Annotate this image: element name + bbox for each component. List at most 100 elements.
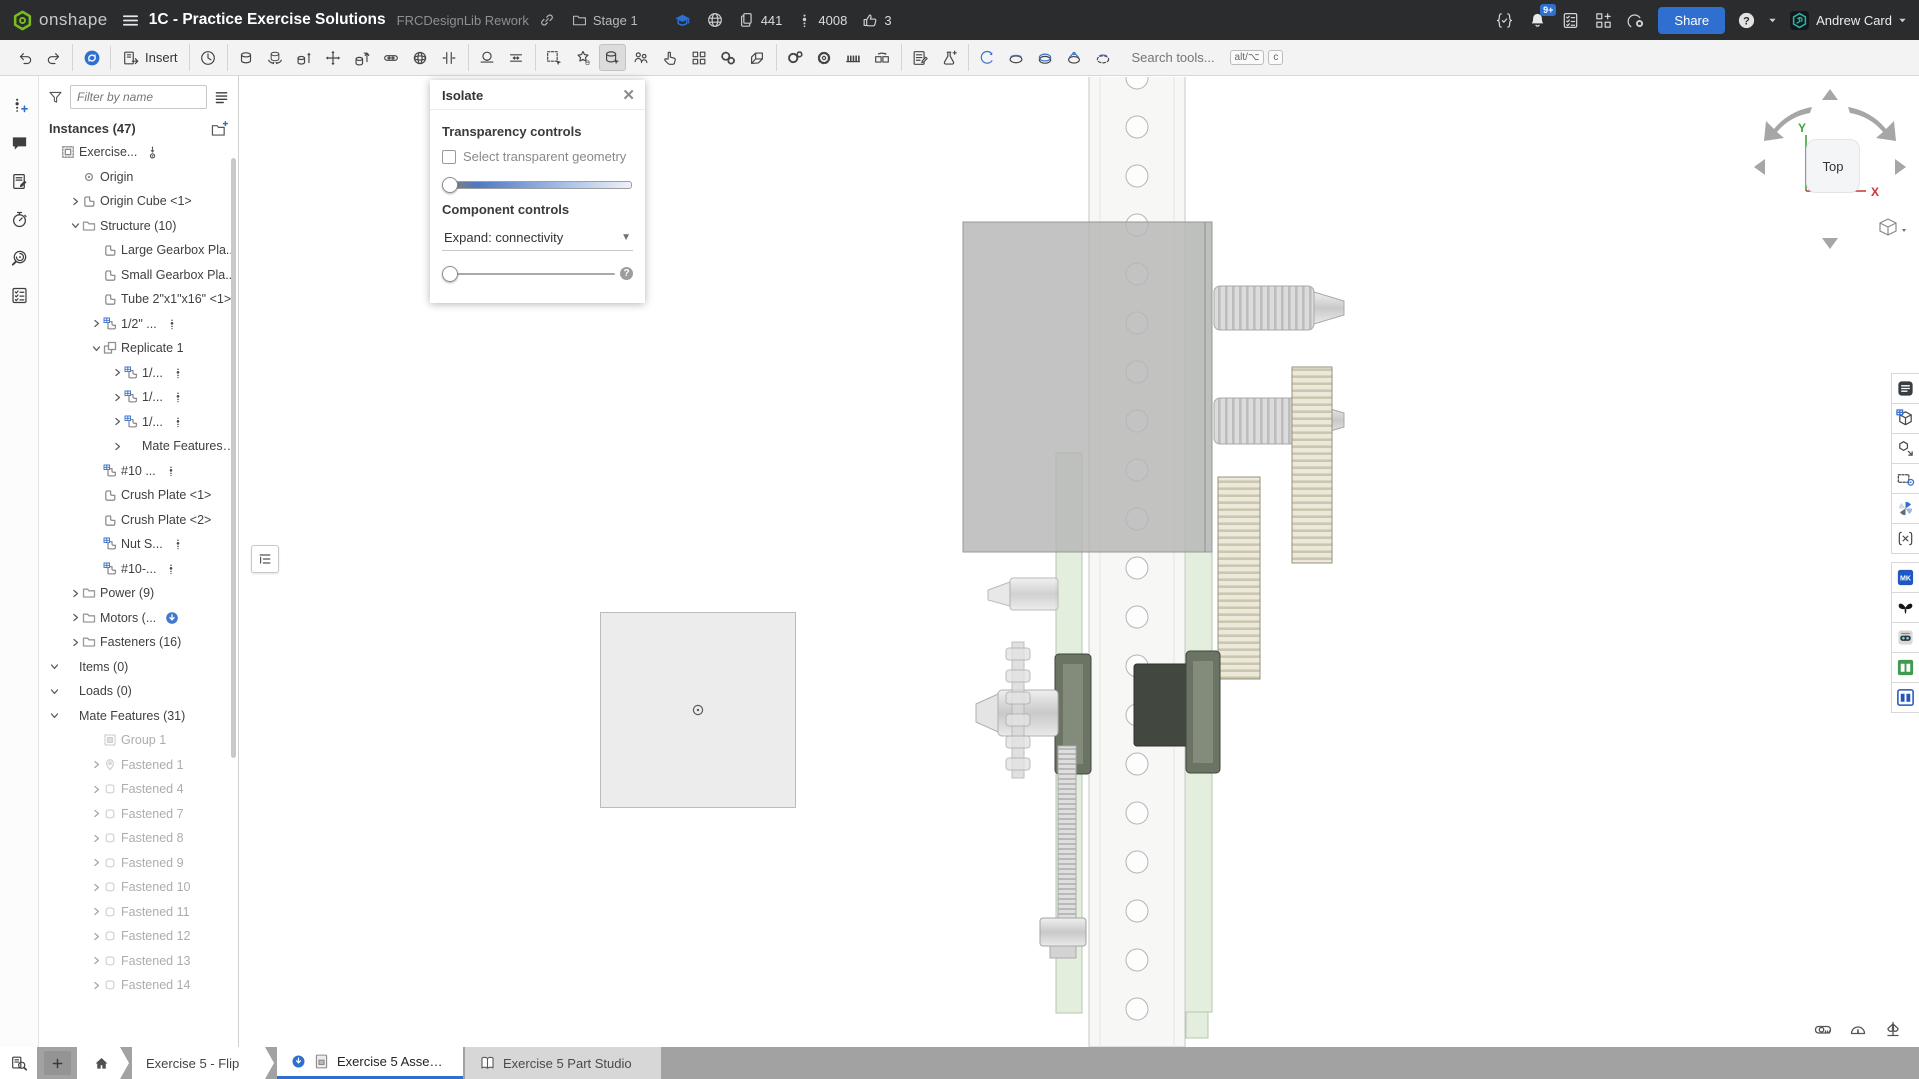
- motor[interactable]: [963, 222, 1212, 552]
- chevron-right-icon[interactable]: [89, 807, 103, 821]
- isolate-button[interactable]: [599, 44, 626, 71]
- search-tools-input[interactable]: [1130, 49, 1226, 66]
- tree-item-1[interactable]: 1/...: [39, 410, 238, 435]
- output-shaft-tip[interactable]: [976, 694, 998, 732]
- named-views-button[interactable]: [628, 44, 655, 71]
- stat-thumbs-up[interactable]: 3: [861, 11, 891, 29]
- tree-item-fastened-11[interactable]: Fastened 11: [39, 900, 238, 925]
- apps-pinwheel-icon[interactable]: [1891, 493, 1919, 524]
- replicate-button[interactable]: [869, 44, 896, 71]
- apps-icon[interactable]: [1594, 11, 1613, 30]
- tree-item-loads-0[interactable]: Loads (0): [39, 679, 238, 704]
- breadcrumb[interactable]: Stage 1: [571, 12, 638, 29]
- chevron-right-icon[interactable]: [89, 880, 103, 894]
- support-icon[interactable]: [1627, 11, 1646, 30]
- config-cube-icon[interactable]: [1891, 403, 1919, 434]
- tab-exercise-5-part-studio[interactable]: Exercise 5 Part Studio: [465, 1047, 661, 1079]
- tree-item-small-gearbox-pla[interactable]: Small Gearbox Pla...: [39, 263, 238, 288]
- sync-button[interactable]: [78, 44, 105, 71]
- rotate-left-step-arrow[interactable]: [1754, 159, 1765, 175]
- link-icon[interactable]: [538, 11, 556, 29]
- stat-mate-connector[interactable]: 4008: [796, 12, 847, 29]
- sprocket-tooth[interactable]: [1006, 670, 1030, 682]
- gear-relation-button[interactable]: [782, 44, 809, 71]
- chevron-down-icon[interactable]: [47, 660, 61, 674]
- help-circle-icon[interactable]: ?: [620, 267, 633, 280]
- tape-measure-icon[interactable]: [1813, 1019, 1833, 1039]
- butterfly-app-icon[interactable]: [1891, 592, 1919, 623]
- tree-item-fastened-4[interactable]: Fastened 4: [39, 777, 238, 802]
- plate-tab[interactable]: [1186, 1012, 1208, 1038]
- tree-item-group-1[interactable]: Group 1: [39, 728, 238, 753]
- tube-hole[interactable]: [1126, 165, 1148, 187]
- undo-button[interactable]: [11, 44, 38, 71]
- select-transparent-checkbox[interactable]: Select transparent geometry: [442, 149, 633, 164]
- redo-button[interactable]: [40, 44, 67, 71]
- spotlight-icon[interactable]: [2, 238, 36, 276]
- tree-item-fastened-13[interactable]: Fastened 13: [39, 949, 238, 974]
- tree-item-replicate-1[interactable]: Replicate 1: [39, 336, 238, 361]
- mate-connector-add-icon[interactable]: [2, 86, 36, 124]
- tube-hole[interactable]: [1126, 753, 1148, 775]
- sketch-panel-icon[interactable]: [1891, 463, 1919, 494]
- chevron-right-icon[interactable]: [89, 856, 103, 870]
- sprocket-tooth[interactable]: [1006, 648, 1030, 660]
- chevron-right-icon[interactable]: [110, 439, 124, 453]
- checkbox-box[interactable]: [442, 150, 456, 164]
- tree-item-origin-cube-1[interactable]: Origin Cube <1>: [39, 189, 238, 214]
- help-caret-icon[interactable]: [1768, 16, 1777, 25]
- standoff-bolt[interactable]: [1010, 578, 1058, 610]
- chevron-right-icon[interactable]: [68, 194, 82, 208]
- tree-item-exercise[interactable]: Exercise...: [39, 140, 238, 165]
- cylindrical-mate-button[interactable]: [349, 44, 376, 71]
- tree-item-fastened-14[interactable]: Fastened 14: [39, 973, 238, 998]
- tilt-up-arrow[interactable]: [1822, 89, 1838, 100]
- cube-menu-icon[interactable]: [1880, 219, 1906, 235]
- view-cube-top-face[interactable]: Top: [1806, 139, 1860, 193]
- box-select-button[interactable]: [541, 44, 568, 71]
- tree-item-structure-10[interactable]: Structure (10): [39, 214, 238, 239]
- chevron-down-icon[interactable]: [89, 341, 103, 355]
- cam-button[interactable]: [1061, 44, 1088, 71]
- filter-funnel-icon[interactable]: [47, 89, 64, 106]
- chevron-down-icon[interactable]: [47, 684, 61, 698]
- tube-hole[interactable]: [1126, 949, 1148, 971]
- expand-slider-track[interactable]: [443, 273, 615, 275]
- tree-item-motors[interactable]: Motors (...: [39, 606, 238, 631]
- onshape-logo[interactable]: onshape: [12, 10, 108, 31]
- planar-mate-button[interactable]: [320, 44, 347, 71]
- tube-hole[interactable]: [1126, 900, 1148, 922]
- tree-item-mate-features-3[interactable]: Mate Features (3): [39, 434, 238, 459]
- tube-hole[interactable]: [1126, 557, 1148, 579]
- robot-app-icon[interactable]: [1891, 622, 1919, 653]
- tree-item-fastened-8[interactable]: Fastened 8: [39, 826, 238, 851]
- tree-item-power-9[interactable]: Power (9): [39, 581, 238, 606]
- chevron-right-icon[interactable]: [89, 317, 103, 331]
- new-tab-button[interactable]: [44, 1051, 71, 1075]
- tree-item-10[interactable]: #10-...: [39, 557, 238, 582]
- chevron-right-icon[interactable]: [89, 782, 103, 796]
- tree-item-10[interactable]: #10 ...: [39, 459, 238, 484]
- chevron-down-icon[interactable]: [47, 709, 61, 723]
- chevron-right-icon[interactable]: [89, 978, 103, 992]
- tree-flyout-button[interactable]: [251, 545, 279, 573]
- fastened-mate-button[interactable]: [233, 44, 260, 71]
- cut-list-icon[interactable]: [2, 276, 36, 314]
- drag-parts-button[interactable]: [657, 44, 684, 71]
- tube-hole[interactable]: [1126, 606, 1148, 628]
- chevron-down-icon[interactable]: [68, 219, 82, 233]
- chevron-right-icon[interactable]: [110, 390, 124, 404]
- tree-item-1-2[interactable]: 1/2" ...: [39, 312, 238, 337]
- tree-item-crush-plate-2[interactable]: Crush Plate <2>: [39, 508, 238, 533]
- sprocket-tooth[interactable]: [1006, 736, 1030, 748]
- tasks-icon[interactable]: [1561, 11, 1580, 30]
- user-menu[interactable]: Andrew Card: [1789, 10, 1907, 31]
- book-green-app-icon[interactable]: [1891, 652, 1919, 683]
- tree-item-1[interactable]: 1/...: [39, 385, 238, 410]
- expand-dropdown[interactable]: Expand: connectivity ▼: [442, 227, 633, 251]
- ivory-gear-right[interactable]: [1292, 367, 1332, 563]
- list-view-icon[interactable]: [213, 89, 230, 106]
- insert-button[interactable]: Insert: [116, 46, 184, 70]
- share-button[interactable]: Share: [1658, 7, 1725, 34]
- sprocket-tooth[interactable]: [1006, 692, 1030, 704]
